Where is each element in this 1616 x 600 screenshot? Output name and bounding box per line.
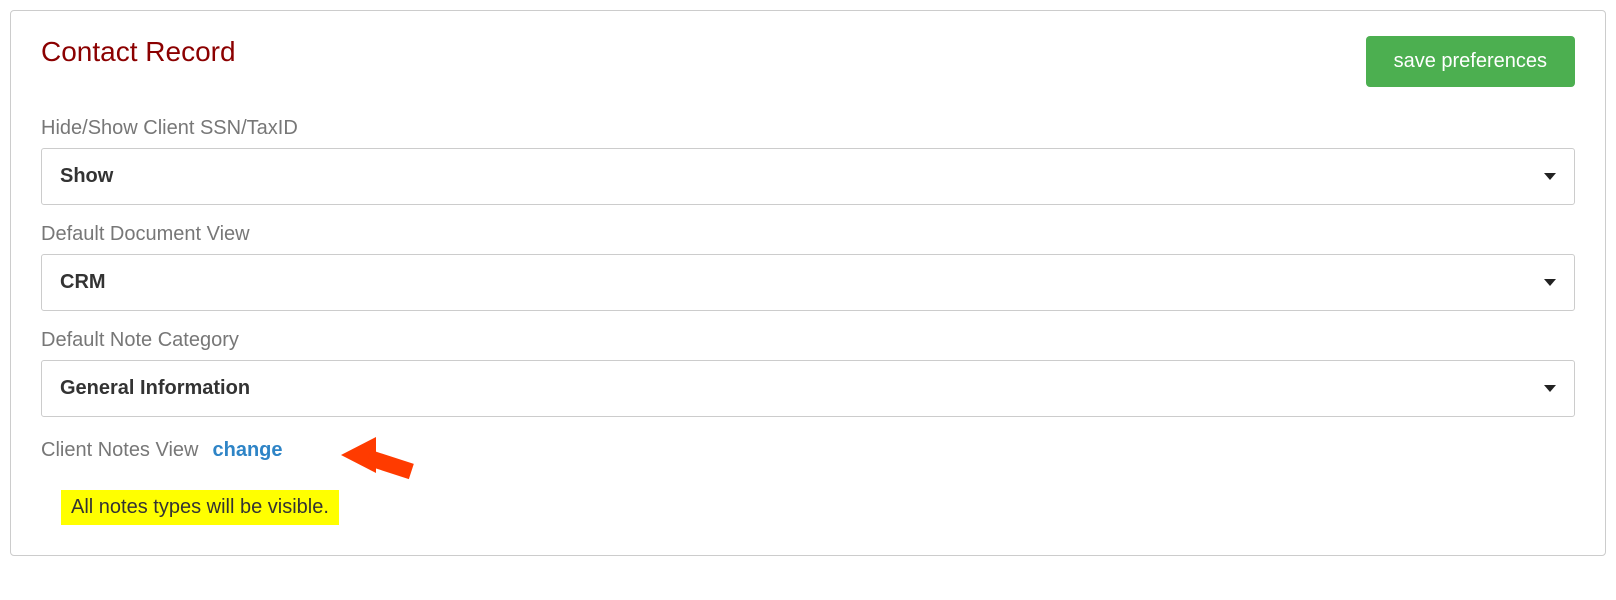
save-preferences-button[interactable]: save preferences — [1366, 36, 1575, 87]
notecat-select-value: General Information — [60, 377, 250, 400]
notes-view-label: Client Notes View — [41, 439, 198, 462]
page-title: Contact Record — [41, 36, 236, 68]
docview-select-value: CRM — [60, 271, 106, 294]
client-notes-view-row: Client Notes View change — [41, 439, 1575, 462]
ssn-select-value: Show — [60, 165, 113, 188]
notes-visibility-highlight: All notes types will be visible. — [61, 490, 339, 525]
field-ssn-taxid: Hide/Show Client SSN/TaxID Show — [41, 117, 1575, 205]
docview-label: Default Document View — [41, 223, 1575, 246]
notecat-label: Default Note Category — [41, 329, 1575, 352]
chevron-down-icon — [1544, 279, 1556, 286]
field-note-category: Default Note Category General Informatio… — [41, 329, 1575, 417]
field-document-view: Default Document View CRM — [41, 223, 1575, 311]
chevron-down-icon — [1544, 385, 1556, 392]
change-link[interactable]: change — [212, 439, 282, 462]
header-row: Contact Record save preferences — [41, 36, 1575, 87]
notecat-select[interactable]: General Information — [41, 360, 1575, 417]
contact-record-panel: Contact Record save preferences Hide/Sho… — [10, 10, 1606, 556]
chevron-down-icon — [1544, 173, 1556, 180]
ssn-select[interactable]: Show — [41, 148, 1575, 205]
arrow-annotation-icon — [341, 433, 431, 493]
ssn-label: Hide/Show Client SSN/TaxID — [41, 117, 1575, 140]
docview-select[interactable]: CRM — [41, 254, 1575, 311]
